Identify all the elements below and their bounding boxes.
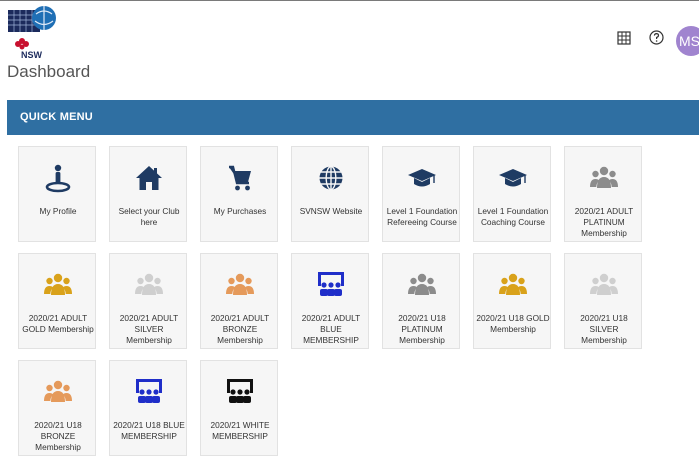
graduation-cap-icon (383, 163, 461, 193)
quick-menu-tile[interactable]: 2020/21 U18 PLATINUM Membership (382, 253, 460, 349)
logo-text: NSW (21, 50, 42, 60)
quick-menu-tile-label: 2020/21 ADULT SILVER Membership (119, 313, 179, 345)
cart-icon (201, 163, 279, 193)
quick-menu-tile-label: 2020/21 ADULT BRONZE Membership (210, 313, 270, 345)
quick-menu-tile[interactable]: 2020/21 ADULT BLUE MEMBERSHIP (291, 253, 369, 349)
quick-menu-tile[interactable]: My Profile (18, 146, 96, 242)
group-icon (474, 270, 552, 300)
quick-menu-tile[interactable]: My Purchases (200, 146, 278, 242)
quick-menu-tile[interactable]: 2020/21 U18 GOLD Membership (473, 253, 551, 349)
quick-menu-tile[interactable]: 2020/21 ADULT BRONZE Membership (200, 253, 278, 349)
top-divider (0, 0, 699, 1)
quick-menu-tile[interactable]: 2020/21 ADULT SILVER Membership (109, 253, 187, 349)
presentation-group-icon (110, 377, 188, 407)
quick-menu-tile[interactable]: Level 1 Foundation Coaching Course (473, 146, 551, 242)
quick-menu-tile-label: Level 1 Foundation Refereeing Course (386, 206, 458, 227)
quick-menu-tile[interactable]: SVNSW Website (291, 146, 369, 242)
quick-menu-tile-label: My Profile (39, 206, 77, 216)
quick-menu-tile-label: 2020/21 WHITE MEMBERSHIP (210, 420, 270, 441)
globe-icon (292, 163, 370, 193)
graduation-cap-icon (474, 163, 552, 193)
person-pin-icon (19, 163, 97, 193)
group-icon (19, 270, 97, 300)
quick-menu-tile[interactable]: 2020/21 ADULT PLATINUM Membership (564, 146, 642, 242)
quick-menu-tile-label: 2020/21 ADULT PLATINUM Membership (574, 206, 634, 238)
quick-menu-tile[interactable]: 2020/21 WHITE MEMBERSHIP (200, 360, 278, 456)
presentation-group-icon (292, 270, 370, 300)
quick-menu-tile-label: 2020/21 U18 GOLD Membership (476, 313, 550, 334)
group-icon (201, 270, 279, 300)
quick-menu-tile-label: 2020/21 U18 PLATINUM Membership (398, 313, 446, 345)
quick-menu-tile-label: 2020/21 ADULT GOLD Membership (22, 313, 94, 334)
quick-menu-tile-label: Select your Club here (118, 206, 180, 227)
quick-menu-tile[interactable]: Level 1 Foundation Refereeing Course (382, 146, 460, 242)
page-title: Dashboard (7, 62, 91, 81)
quick-menu-tile[interactable]: 2020/21 U18 BRONZE Membership (18, 360, 96, 456)
group-icon (565, 163, 643, 193)
home-icon (110, 163, 188, 193)
quick-menu-tile[interactable]: 2020/21 ADULT GOLD Membership (18, 253, 96, 349)
quick-menu-title: QUICK MENU (20, 111, 93, 123)
quick-menu-panel: My Profile Select your Club here My Purcha… (7, 135, 699, 464)
quick-menu-tile[interactable]: Select your Club here (109, 146, 187, 242)
quick-menu-tile-label: Level 1 Foundation Coaching Course (477, 206, 549, 227)
quick-menu-tile-label: 2020/21 U18 BLUE MEMBERSHIP (113, 420, 185, 441)
group-icon (110, 270, 188, 300)
group-icon (565, 270, 643, 300)
quick-menu-tile-label: 2020/21 U18 BRONZE Membership (34, 420, 82, 452)
help-icon[interactable] (649, 30, 664, 45)
quick-menu-tile-label: 2020/21 ADULT BLUE MEMBERSHIP (301, 313, 361, 345)
quick-menu-tile-label: My Purchases (213, 206, 267, 216)
quick-menu-tile[interactable]: 2020/21 U18 BLUE MEMBERSHIP (109, 360, 187, 456)
apps-grid-icon[interactable] (617, 31, 631, 45)
user-avatar[interactable]: MS (676, 26, 699, 56)
quick-menu-tile-label: 2020/21 U18 SILVER Membership (580, 313, 628, 345)
group-icon (19, 377, 97, 407)
quick-menu-header: QUICK MENU (7, 100, 699, 135)
quick-menu-tile[interactable]: 2020/21 U18 SILVER Membership (564, 253, 642, 349)
quick-menu-tile-label: SVNSW Website (299, 206, 363, 216)
group-icon (383, 270, 461, 300)
presentation-group-icon (201, 377, 279, 407)
